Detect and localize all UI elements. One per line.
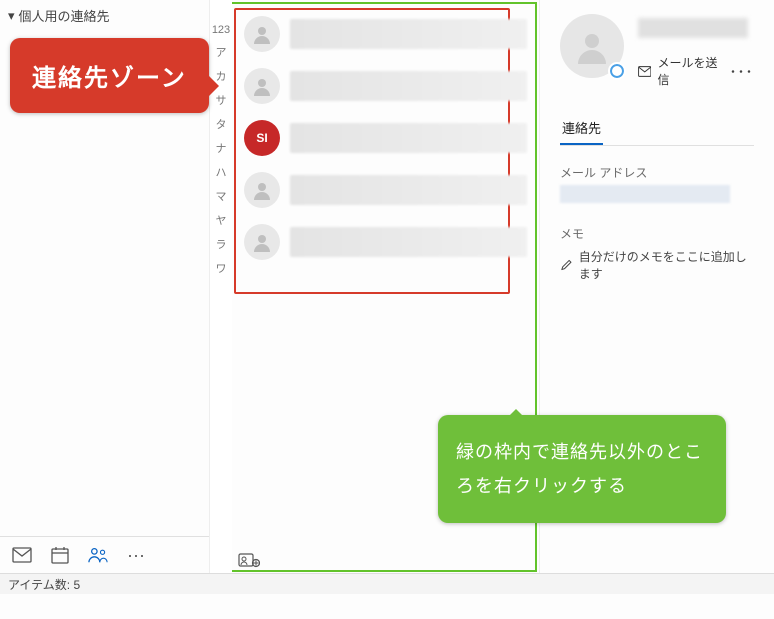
memo-add-button[interactable]: 自分だけのメモをここに追加します: [560, 248, 754, 282]
folder-header[interactable]: ▾ 個人用の連絡先: [0, 0, 209, 31]
status-bar: アイテム数: 5: [0, 574, 774, 594]
index-item[interactable]: ア: [216, 44, 227, 60]
index-item[interactable]: 123: [212, 24, 230, 36]
index-item[interactable]: ラ: [216, 236, 227, 252]
contact-card-icon[interactable]: [238, 553, 260, 569]
contact-row[interactable]: [238, 164, 533, 216]
index-item[interactable]: ヤ: [216, 212, 227, 228]
contact-name-redacted: [290, 71, 527, 101]
annotation-green-callout: 緑の枠内で連絡先以外のところを右クリックする: [438, 415, 726, 523]
index-item[interactable]: ハ: [216, 164, 227, 180]
contact-name-redacted: [290, 19, 527, 49]
contact-row[interactable]: SI: [238, 112, 533, 164]
presence-indicator: [608, 62, 626, 80]
pencil-icon: [560, 258, 573, 272]
annotation-red-callout: 連絡先ゾーン: [10, 38, 209, 113]
mail-icon[interactable]: [12, 545, 32, 565]
memo-field-label: メモ: [560, 225, 754, 242]
contact-row[interactable]: [238, 216, 533, 268]
chevron-down-icon: ▾: [8, 8, 15, 24]
index-item[interactable]: ナ: [216, 140, 227, 156]
item-count: アイテム数: 5: [8, 578, 80, 592]
contact-row[interactable]: [238, 8, 533, 60]
index-item[interactable]: マ: [216, 188, 227, 204]
index-item[interactable]: タ: [216, 116, 227, 132]
contact-display-name-redacted: [638, 18, 748, 38]
contact-row[interactable]: [238, 60, 533, 112]
email-value-redacted[interactable]: [560, 185, 730, 203]
calendar-icon[interactable]: [50, 545, 70, 565]
nav-switcher: ···: [0, 536, 209, 573]
contact-name-redacted: [290, 123, 527, 153]
avatar-initials: SI: [244, 120, 280, 156]
contact-name-redacted: [290, 175, 527, 205]
detail-tabs: 連絡先: [560, 114, 754, 146]
send-mail-button[interactable]: メールを送信: [638, 54, 718, 88]
avatar-icon: [244, 172, 280, 208]
people-icon[interactable]: [88, 545, 108, 565]
more-actions-button[interactable]: ･･･: [730, 63, 754, 80]
memo-placeholder: 自分だけのメモをここに追加します: [579, 248, 754, 282]
index-item[interactable]: ワ: [216, 260, 227, 276]
avatar-icon: [244, 16, 280, 52]
send-mail-label: メールを送信: [657, 54, 718, 88]
more-icon[interactable]: ···: [126, 545, 146, 565]
tab-contact[interactable]: 連絡先: [560, 114, 603, 145]
avatar-icon: [244, 224, 280, 260]
contact-name-redacted: [290, 227, 527, 257]
avatar-icon: [244, 68, 280, 104]
folder-title: 個人用の連絡先: [19, 6, 110, 25]
detail-avatar: [560, 14, 624, 78]
mail-icon: [638, 65, 651, 78]
email-field-label: メール アドレス: [560, 164, 754, 181]
